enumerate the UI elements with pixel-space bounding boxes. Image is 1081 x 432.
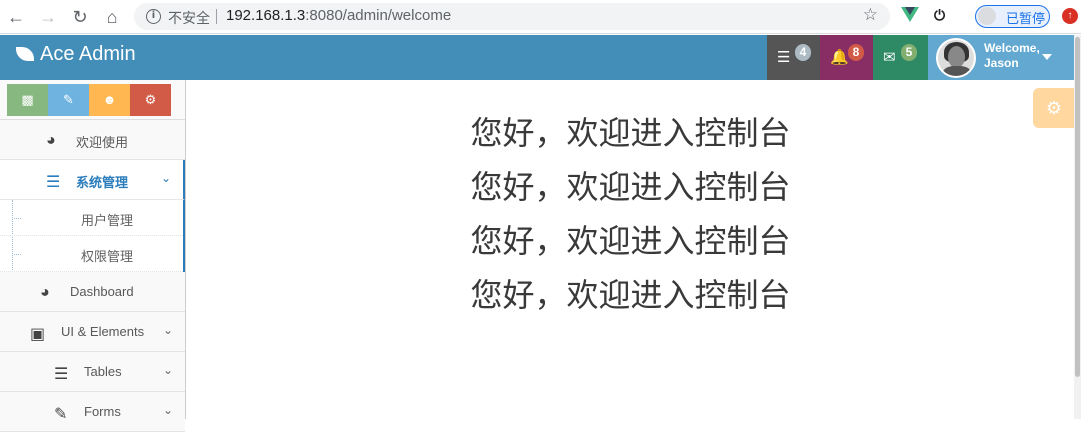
user-avatar bbox=[936, 38, 976, 78]
sidebar-subitem-users[interactable]: 用户管理 bbox=[0, 200, 183, 236]
chevron-down-icon: ⌄ bbox=[162, 323, 173, 337]
subitem-label: 用户管理 bbox=[81, 213, 134, 228]
address-bar[interactable]: i 不安全 192.168.1.3:8080/admin/welcome ☆ bbox=[134, 3, 890, 30]
reload-icon[interactable]: ↻ bbox=[69, 6, 91, 28]
welcome-line: Welcome, bbox=[984, 41, 1040, 55]
tachometer-icon: ◕ bbox=[40, 284, 50, 301]
main-content: 您好，欢迎进入控制台 您好，欢迎进入控制台 您好，欢迎进入控制台 您好，欢迎进入… bbox=[187, 80, 1075, 419]
update-arrow-icon[interactable]: ↑ bbox=[1062, 8, 1078, 24]
cogs-icon[interactable]: ⚙ bbox=[130, 84, 171, 116]
caret-down-icon bbox=[1042, 54, 1052, 60]
forward-icon[interactable]: → bbox=[37, 6, 59, 28]
pencil-square-icon: ✎ bbox=[54, 406, 68, 423]
user-menu-button[interactable]: Welcome, Jason bbox=[928, 35, 1074, 80]
sidebar: ▩ ✎ ☻ ⚙ ◕ 欢迎使用 ☰ 系统管理 ⌄ 用户管理 权限管理 ◕ Dash… bbox=[0, 80, 186, 432]
welcome-heading: 您好，欢迎进入控制台 bbox=[470, 276, 791, 314]
messages-badge: 5 bbox=[901, 44, 917, 61]
sidebar-item-system[interactable]: ☰ 系统管理 ⌄ bbox=[0, 160, 185, 200]
leaf-icon bbox=[16, 47, 34, 61]
browser-toolbar: ← → ↻ ⌂ i 不安全 192.168.1.3:8080/admin/wel… bbox=[0, 0, 1081, 34]
sidebar-item-forms[interactable]: ✎ Forms ⌄ bbox=[0, 392, 185, 432]
notifications-badge: 8 bbox=[848, 44, 864, 61]
sidebar-item-label: 系统管理 bbox=[76, 175, 129, 190]
subitem-label: 权限管理 bbox=[81, 249, 134, 264]
sidebar-item-label: Forms bbox=[84, 404, 121, 419]
info-icon[interactable]: i bbox=[146, 9, 161, 24]
profile-avatar-icon bbox=[978, 7, 996, 25]
messages-button[interactable]: ✉ 5 bbox=[873, 35, 928, 80]
vue-devtools-icon[interactable] bbox=[901, 7, 919, 22]
tasks-icon: ☰ bbox=[777, 49, 791, 66]
notifications-button[interactable]: 🔔 8 bbox=[820, 35, 873, 80]
users-icon[interactable]: ☻ bbox=[89, 84, 130, 116]
bookmark-star-icon[interactable]: ☆ bbox=[863, 5, 878, 25]
home-icon[interactable]: ⌂ bbox=[101, 6, 123, 28]
pencil-icon[interactable]: ✎ bbox=[48, 84, 89, 116]
envelope-icon: ✉ bbox=[883, 49, 896, 66]
url-path: :8080/admin/welcome bbox=[305, 7, 452, 24]
sidebar-item-welcome[interactable]: ◕ 欢迎使用 bbox=[0, 120, 185, 160]
brand-label: Ace Admin bbox=[40, 43, 136, 65]
welcome-heading: 您好，欢迎进入控制台 bbox=[470, 114, 791, 152]
user-name: Jason bbox=[984, 56, 1019, 70]
settings-gear-icon[interactable]: ⚙ bbox=[1033, 88, 1075, 128]
sidebar-shortcuts: ▩ ✎ ☻ ⚙ bbox=[0, 80, 185, 120]
sidebar-item-label: 欢迎使用 bbox=[76, 135, 129, 150]
profile-paused-button[interactable]: 已暂停 bbox=[975, 5, 1050, 28]
sidebar-item-label: Dashboard bbox=[70, 284, 134, 299]
insecure-label: 不安全 bbox=[168, 11, 210, 27]
list-icon: ☰ bbox=[54, 366, 69, 383]
page-scrollbar[interactable] bbox=[1074, 35, 1081, 419]
welcome-heading: 您好，欢迎进入控制台 bbox=[470, 222, 791, 260]
chevron-down-icon: ⌄ bbox=[160, 171, 171, 185]
top-navbar: Ace Admin ☰ 4 🔔 8 ✉ 5 Welcome, Jason bbox=[0, 35, 1074, 80]
desktop-icon: ▣ bbox=[30, 326, 46, 343]
tasks-button[interactable]: ☰ 4 bbox=[767, 35, 820, 80]
chevron-down-icon: ⌄ bbox=[162, 363, 173, 377]
tachometer-icon: ◕ bbox=[46, 132, 56, 149]
signal-icon[interactable]: ▩ bbox=[7, 84, 48, 116]
bell-icon: 🔔 bbox=[830, 49, 849, 66]
sidebar-item-label: UI & Elements bbox=[61, 324, 145, 339]
url-host: 192.168.1.3 bbox=[226, 7, 306, 24]
system-submenu: 用户管理 权限管理 bbox=[0, 200, 185, 272]
sidebar-item-label: Tables bbox=[84, 364, 122, 379]
sidebar-item-ui-elements[interactable]: ▣ UI & Elements ⌄ bbox=[0, 312, 185, 352]
welcome-text: Welcome, Jason bbox=[984, 41, 1040, 71]
sidebar-item-tables[interactable]: ☰ Tables ⌄ bbox=[0, 352, 185, 392]
sidebar-item-dashboard[interactable]: ◕ Dashboard bbox=[0, 272, 185, 312]
omnibox-separator bbox=[216, 9, 217, 24]
welcome-heading: 您好，欢迎进入控制台 bbox=[470, 168, 791, 206]
brand[interactable]: Ace Admin bbox=[16, 43, 136, 66]
chevron-down-icon: ⌄ bbox=[162, 403, 173, 417]
power-icon[interactable]: ⏻ bbox=[934, 7, 945, 24]
url-text[interactable]: 192.168.1.3:8080/admin/welcome bbox=[226, 7, 451, 24]
list-icon: ☰ bbox=[46, 174, 61, 191]
tasks-badge: 4 bbox=[795, 44, 811, 61]
back-icon[interactable]: ← bbox=[5, 6, 27, 28]
paused-label: 已暂停 bbox=[1006, 12, 1046, 27]
scrollbar-thumb[interactable] bbox=[1075, 37, 1080, 377]
sidebar-subitem-permissions[interactable]: 权限管理 bbox=[0, 236, 183, 272]
